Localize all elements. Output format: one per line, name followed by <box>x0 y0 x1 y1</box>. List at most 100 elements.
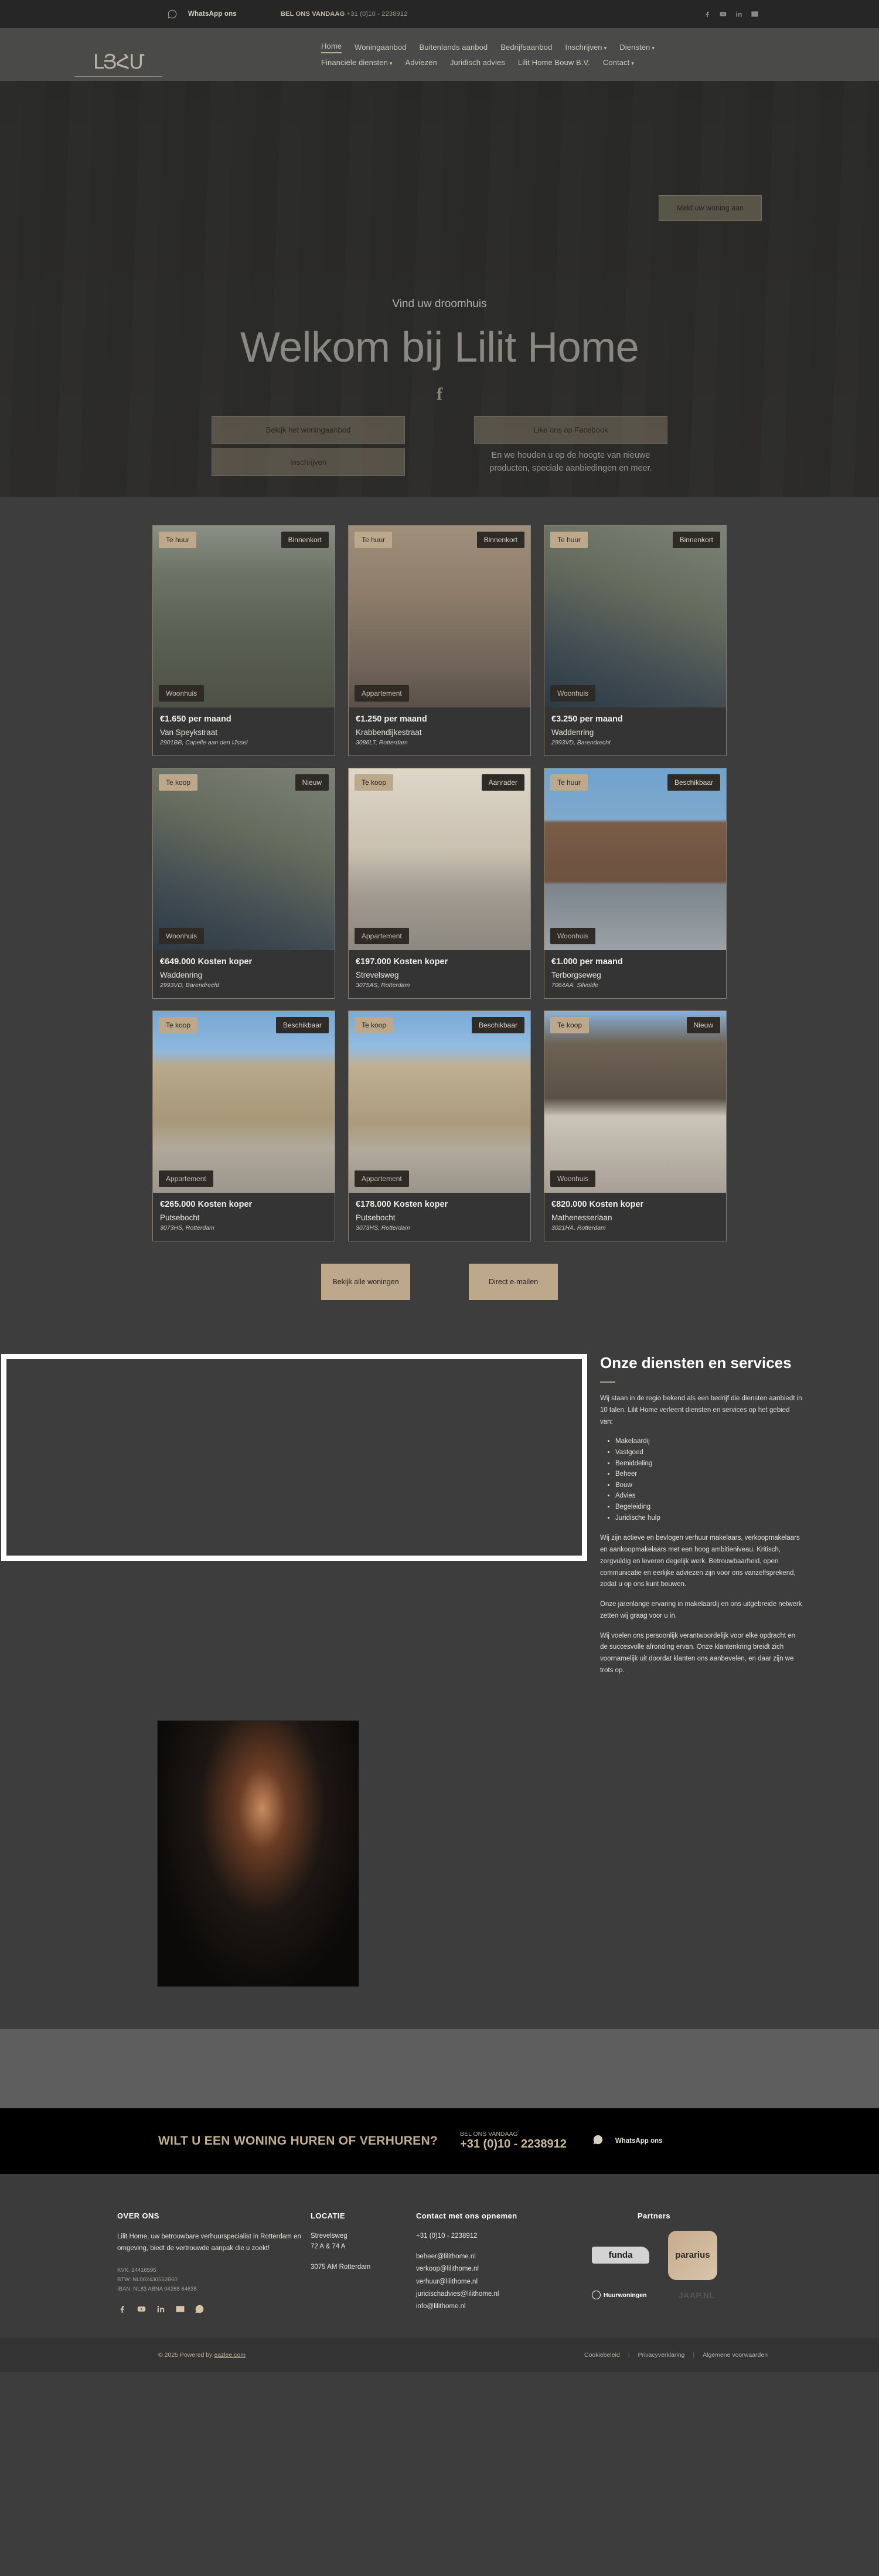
footer-contact-column: Contact met ons opnemen +31 (0)10 - 2238… <box>416 2211 592 2317</box>
property-price: €1.000 per maand <box>551 957 623 967</box>
property-badge-availability: Binnenkort <box>281 532 329 548</box>
hero-kicker: Vind uw droomhuis <box>392 298 487 310</box>
property-street: Waddenring <box>551 728 594 737</box>
property-photo <box>544 768 726 950</box>
chevron-down-icon: ▾ <box>652 45 655 51</box>
footer-location-title: LOCATIE <box>311 2211 345 2220</box>
youtube-icon[interactable] <box>719 10 727 18</box>
facebook-icon[interactable] <box>117 2304 127 2317</box>
property-price: €820.000 Kosten koper <box>551 1200 644 1209</box>
copyright-link[interactable]: eazlee.com <box>214 2352 246 2359</box>
property-photo <box>153 526 335 707</box>
property-price: €265.000 Kosten koper <box>160 1200 253 1209</box>
meld-woning-button[interactable]: Meld uw woning aan <box>659 195 762 221</box>
nav-item-bedrijfsaanbod[interactable]: Bedrijfsaanbod <box>500 43 552 52</box>
property-image[interactable]: Te huur Beschikbaar Woonhuis <box>544 768 726 950</box>
property-zip-city: 2993VD, Barendrecht <box>160 982 219 989</box>
partner-funda-logo[interactable]: funda <box>592 2247 649 2264</box>
footer-contact-phone[interactable]: +31 (0)10 - 2238912 <box>416 2231 592 2241</box>
partner-pararius-logo[interactable]: pararius <box>668 2230 717 2280</box>
property-image[interactable]: Te koop Nieuw Woonhuis <box>153 768 335 950</box>
cta-whatsapp-link[interactable]: WhatsApp ons <box>592 2134 662 2148</box>
utility-topbar: WhatsApp ons BEL ONS VANDAAG +31 (0)10 -… <box>0 0 879 28</box>
footer-link-algemene-voorwaarden[interactable]: Algemene voorwaarden <box>703 2352 768 2359</box>
service-list-item: Makelaardij <box>615 1436 804 1447</box>
inschrijven-button[interactable]: Inschrijven <box>212 448 405 476</box>
footer-email-link[interactable]: verhuur@lilithome.nl <box>416 2276 592 2288</box>
facebook-icon[interactable] <box>703 10 711 18</box>
footer-btw: BTW: NL002430552B60 <box>117 2276 178 2283</box>
nav-item-adviezen[interactable]: Adviezen <box>406 58 437 67</box>
hero-cta-right: Like ons op Facebook En we houden u op d… <box>474 416 667 481</box>
mail-icon[interactable] <box>175 2304 185 2317</box>
footer-link-cookiebeleid[interactable]: Cookiebeleid <box>584 2352 620 2359</box>
like-facebook-button[interactable]: Like ons op Facebook <box>474 416 667 444</box>
property-badge-status: Te koop <box>355 774 394 791</box>
property-card[interactable]: Te koop Beschikbaar Appartement €178.000 Ko… <box>348 1010 531 1241</box>
property-street: Putsebocht <box>160 1213 200 1222</box>
bekijk-woningaanbod-button[interactable]: Bekijk het woningaanbod <box>212 416 405 444</box>
nav-item-contact[interactable]: Contact ▾ <box>603 58 634 67</box>
property-card[interactable]: Te huur Binnenkort Woonhuis €3.250 per maan… <box>544 525 727 756</box>
nav-item-buitenlands-aanbod[interactable]: Buitenlands aanbod <box>420 43 488 52</box>
property-card[interactable]: Te koop Nieuw Woonhuis €649.000 Kosten kope… <box>152 768 335 999</box>
nav-item-inschrijven[interactable]: Inschrijven ▾ <box>565 43 607 52</box>
footer-email-link[interactable]: info@lilithome.nl <box>416 2301 592 2313</box>
property-image[interactable]: Te huur Binnenkort Appartement <box>349 526 530 707</box>
nav-item-diensten[interactable]: Diensten ▾ <box>619 43 655 52</box>
property-badge-type: Appartement <box>159 1170 213 1187</box>
property-card[interactable]: Te huur Binnenkort Appartement €1.250 per m… <box>348 525 531 756</box>
property-card[interactable]: Te huur Beschikbaar Woonhuis €1.000 per maa… <box>544 768 727 999</box>
topbar-phone[interactable]: BEL ONS VANDAAG +31 (0)10 - 2238912 <box>281 11 408 18</box>
property-badge-type: Woonhuis <box>550 928 596 944</box>
property-badge-status: Te huur <box>550 774 588 791</box>
whatsapp-icon[interactable] <box>195 2304 205 2317</box>
property-image[interactable]: Te koop Aanrader Appartement <box>349 768 530 950</box>
footer-email-link[interactable]: juridischadvies@lilithome.nl <box>416 2288 592 2301</box>
property-image[interactable]: Te huur Binnenkort Woonhuis <box>544 526 726 707</box>
bekijk-alle-woningen-button[interactable]: Bekijk alle woningen <box>321 1264 410 1300</box>
property-badge-status: Te huur <box>159 532 197 548</box>
property-zip-city: 2993VD, Barendrecht <box>551 739 611 746</box>
topbar-whatsapp-link[interactable]: WhatsApp ons <box>167 9 237 19</box>
property-card[interactable]: Te koop Nieuw Woonhuis €820.000 Kosten kope… <box>544 1010 727 1241</box>
property-badge-availability: Binnenkort <box>476 532 524 548</box>
services-title-rule <box>600 1381 615 1383</box>
nav-item-financiele-diensten[interactable]: Financiële diensten ▾ <box>321 58 393 67</box>
footer-legal-links: Cookiebeleid | Privacyverklaring | Algem… <box>584 2352 768 2359</box>
property-image[interactable]: Te koop Nieuw Woonhuis <box>544 1011 726 1193</box>
topbar-whatsapp-label: WhatsApp ons <box>188 11 237 18</box>
property-card[interactable]: Te huur Binnenkort Woonhuis €1.650 per maan… <box>152 525 335 756</box>
footer-link-privacyverklaring[interactable]: Privacyverklaring <box>638 2352 684 2359</box>
youtube-icon[interactable] <box>137 2304 146 2317</box>
property-badge-availability: Beschikbaar <box>471 1017 524 1033</box>
property-image[interactable]: Te huur Binnenkort Woonhuis <box>153 526 335 707</box>
linkedin-icon[interactable] <box>735 10 743 18</box>
property-street: Waddenring <box>160 971 203 979</box>
service-list-item: Begeleiding <box>615 1502 804 1513</box>
property-image[interactable]: Te koop Beschikbaar Appartement <box>349 1011 530 1193</box>
nav-item-lilit-home-bouw[interactable]: Lilit Home Bouw B.V. <box>518 58 590 67</box>
mail-icon[interactable] <box>751 10 759 18</box>
property-card[interactable]: Te koop Aanrader Appartement €197.000 Koste… <box>348 768 531 999</box>
service-list-item: Advies <box>615 1491 804 1502</box>
footer-email-link[interactable]: beheer@lilithome.nl <box>416 2251 592 2263</box>
nav-item-woningaanbod[interactable]: Woningaanbod <box>355 43 406 52</box>
services-section: Onze diensten en services Wij staan in d… <box>0 1300 879 1685</box>
cta-phone-block[interactable]: BEL ONS VANDAAG +31 (0)10 - 2238912 <box>460 2131 567 2151</box>
nav-item-juridisch-advies[interactable]: Juridisch advies <box>450 58 505 67</box>
property-details: €1.000 per maand Terborgseweg 7064AA, Silv… <box>544 950 726 998</box>
property-card[interactable]: Te koop Beschikbaar Appartement €265.000 Ko… <box>152 1010 335 1241</box>
property-image[interactable]: Te koop Beschikbaar Appartement <box>153 1011 335 1193</box>
footer-email-link[interactable]: verkoop@lilithome.nl <box>416 2263 592 2275</box>
partner-huurwoningen-logo[interactable]: Huurwoningen <box>592 2291 662 2300</box>
partner-jaap-logo[interactable]: JAAP.NL <box>679 2291 738 2300</box>
direct-emailen-button[interactable]: Direct e-mailen <box>469 1264 558 1300</box>
facebook-icon[interactable]: f <box>0 384 879 404</box>
property-street: Van Speykstraat <box>160 728 218 737</box>
footer-social-links <box>117 2304 311 2317</box>
linkedin-icon[interactable] <box>156 2304 166 2317</box>
nav-item-home[interactable]: Home <box>321 42 342 53</box>
promo-video-embed[interactable] <box>1 1354 587 1561</box>
property-street: Mathenesserlaan <box>551 1213 612 1222</box>
